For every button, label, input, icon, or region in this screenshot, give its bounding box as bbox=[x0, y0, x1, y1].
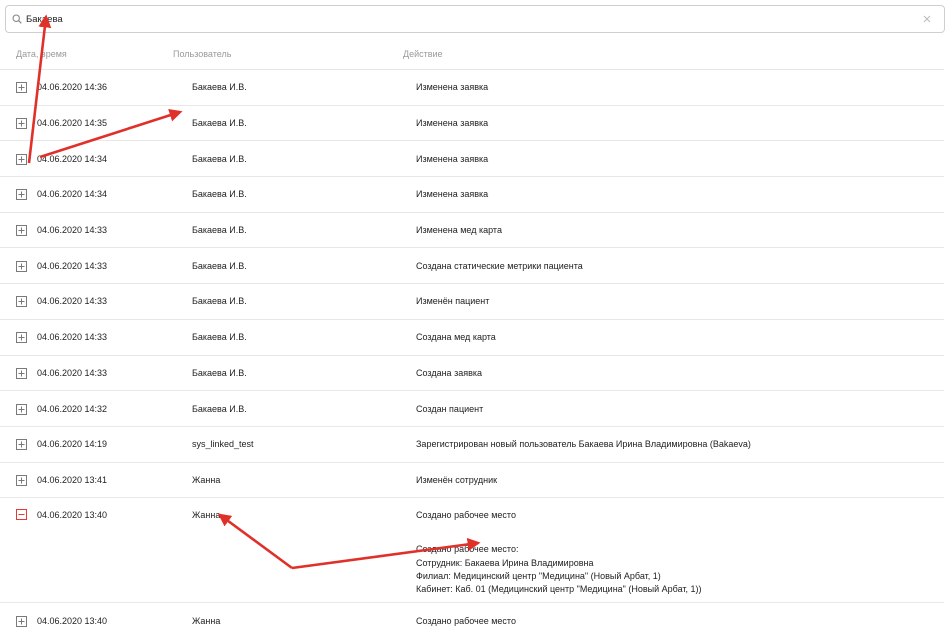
row-action: Создана мед карта bbox=[416, 332, 496, 343]
row-date: 04.06.2020 14:19 bbox=[37, 439, 108, 450]
row-user: Бакаева И.В. bbox=[192, 260, 247, 271]
search-input[interactable] bbox=[26, 9, 922, 29]
table-row[interactable]: 04.06.2020 14:35 Бакаева И.В. Изменена зая… bbox=[0, 106, 944, 142]
row-action: Изменена мед карта bbox=[416, 225, 502, 236]
row-date: 04.06.2020 13:40 bbox=[37, 510, 108, 521]
row-user: Бакаева И.В. bbox=[192, 225, 247, 236]
search-icon bbox=[12, 14, 22, 24]
row-action: Изменена заявка bbox=[416, 189, 489, 200]
row-user: Бакаева И.В. bbox=[192, 189, 247, 200]
row-user: Бакаева И.В. bbox=[192, 403, 247, 414]
expand-row-icon[interactable] bbox=[16, 82, 27, 94]
row-user: Бакаева И.В. bbox=[192, 118, 247, 129]
row-date: 04.06.2020 14:33 bbox=[37, 296, 108, 307]
expand-row-icon[interactable] bbox=[16, 296, 27, 308]
table-row[interactable]: 04.06.2020 14:19 sys_linked_test Зарегистр… bbox=[0, 427, 944, 463]
table-header: Дата, время Пользователь Действие bbox=[0, 46, 944, 70]
row-user: Жанна bbox=[192, 474, 221, 485]
row-detail-line: Филиал: Медицинский центр "Медицина" (Но… bbox=[416, 570, 661, 581]
row-date: 04.06.2020 14:35 bbox=[37, 118, 108, 129]
row-user: Бакаева И.В. bbox=[192, 153, 247, 164]
row-user: sys_linked_test bbox=[192, 439, 254, 450]
row-date: 04.06.2020 14:34 bbox=[37, 153, 108, 164]
expand-row-icon[interactable] bbox=[16, 225, 27, 237]
table-row[interactable]: 04.06.2020 13:40 Жанна Создано рабочее мес… bbox=[0, 498, 944, 604]
close-icon[interactable] bbox=[922, 14, 932, 24]
row-action: Зарегистрирован новый пользователь Бакае… bbox=[416, 439, 751, 450]
row-action: Изменён пациент bbox=[416, 296, 490, 307]
row-action: Изменена заявка bbox=[416, 82, 489, 93]
search-box[interactable] bbox=[5, 5, 945, 33]
row-action: Создана заявка bbox=[416, 367, 482, 378]
expand-row-icon[interactable] bbox=[16, 403, 27, 415]
table-row[interactable]: 04.06.2020 14:33 Бакаева И.В. Изменён паци… bbox=[0, 284, 944, 320]
table-row[interactable]: 04.06.2020 14:33 Бакаева И.В. Изменена мед… bbox=[0, 213, 944, 249]
table-row[interactable]: 04.06.2020 14:33 Бакаева И.В. Создана мед … bbox=[0, 320, 944, 356]
row-date: 04.06.2020 14:32 bbox=[37, 403, 108, 414]
expand-row-icon[interactable] bbox=[16, 439, 27, 451]
table-row[interactable]: 04.06.2020 14:32 Бакаева И.В. Создан пацие… bbox=[0, 391, 944, 427]
row-date: 04.06.2020 13:40 bbox=[37, 615, 108, 626]
column-header-action[interactable]: Действие bbox=[403, 49, 443, 59]
row-user: Бакаева И.В. bbox=[192, 332, 247, 343]
row-action: Создано рабочее место bbox=[416, 615, 516, 626]
row-user: Бакаева И.В. bbox=[192, 296, 247, 307]
column-header-date[interactable]: Дата, время bbox=[16, 49, 67, 59]
expand-row-icon[interactable] bbox=[16, 615, 27, 627]
row-action: Изменена заявка bbox=[416, 118, 489, 129]
row-user: Жанна bbox=[192, 510, 221, 521]
row-date: 04.06.2020 13:41 bbox=[37, 474, 108, 485]
row-action: Создано рабочее место bbox=[416, 510, 516, 521]
row-user: Бакаева И.В. bbox=[192, 367, 247, 378]
row-action: Создан пациент bbox=[416, 403, 484, 414]
row-detail-line: Создано рабочее место: bbox=[416, 544, 519, 555]
collapse-row-icon[interactable] bbox=[16, 509, 27, 521]
row-date: 04.06.2020 14:33 bbox=[37, 367, 108, 378]
table-row[interactable]: 04.06.2020 14:34 Бакаева И.В. Изменена зая… bbox=[0, 141, 944, 178]
table-row[interactable]: 04.06.2020 14:33 Бакаева И.В. Создана заяв… bbox=[0, 356, 944, 392]
row-details: Создано рабочее место: Сотрудник: Бакаева… bbox=[416, 543, 702, 596]
row-detail-line: Кабинет: Каб. 01 (Медицинский центр "Мед… bbox=[416, 584, 702, 595]
log-table-body: 04.06.2020 14:36 Бакаева И.В. Изменена зая… bbox=[0, 70, 944, 629]
row-detail-line: Сотрудник: Бакаева Ирина Владимировна bbox=[416, 557, 594, 568]
row-action: Изменена заявка bbox=[416, 153, 489, 164]
table-row[interactable]: 04.06.2020 13:41 Жанна Изменён сотрудник bbox=[0, 463, 944, 499]
row-action: Создана статические метрики пациента bbox=[416, 260, 583, 271]
row-date: 04.06.2020 14:33 bbox=[37, 332, 108, 343]
row-date: 04.06.2020 14:33 bbox=[37, 225, 108, 236]
table-row[interactable]: 04.06.2020 14:34 Бакаева И.В. Изменена зая… bbox=[0, 177, 944, 213]
expand-row-icon[interactable] bbox=[16, 260, 27, 272]
expand-row-icon[interactable] bbox=[16, 153, 27, 165]
expand-row-icon[interactable] bbox=[16, 189, 27, 201]
table-row[interactable]: 04.06.2020 14:36 Бакаева И.В. Изменена зая… bbox=[0, 70, 944, 106]
expand-row-icon[interactable] bbox=[16, 474, 27, 486]
row-user: Бакаева И.В. bbox=[192, 82, 247, 93]
row-date: 04.06.2020 14:36 bbox=[37, 82, 108, 93]
expand-row-icon[interactable] bbox=[16, 367, 27, 379]
expand-row-icon[interactable] bbox=[16, 118, 27, 130]
row-date: 04.06.2020 14:34 bbox=[37, 189, 108, 200]
row-user: Жанна bbox=[192, 615, 221, 626]
table-row[interactable]: 04.06.2020 13:40 Жанна Создано рабочее мес… bbox=[0, 603, 944, 629]
expand-row-icon[interactable] bbox=[16, 332, 27, 344]
row-date: 04.06.2020 14:33 bbox=[37, 260, 108, 271]
row-action: Изменён сотрудник bbox=[416, 474, 498, 485]
table-row[interactable]: 04.06.2020 14:33 Бакаева И.В. Создана стат… bbox=[0, 248, 944, 285]
column-header-user[interactable]: Пользователь bbox=[173, 49, 231, 59]
